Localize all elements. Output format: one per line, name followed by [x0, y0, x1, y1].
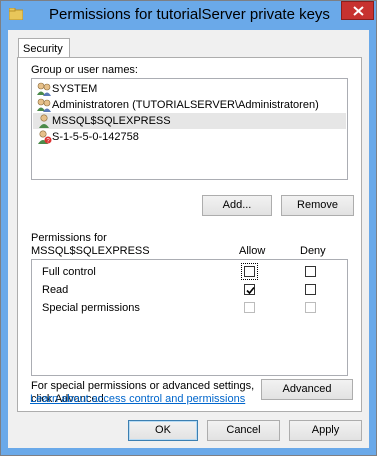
dialog-client-area: Security Group or user names: SYSTEM Adm… — [8, 30, 369, 448]
tab-security-label: Security — [23, 43, 63, 55]
user-label: S-1-5-5-0-142758 — [52, 131, 139, 143]
perm-name: Full control — [42, 266, 96, 278]
deny-column-header: Deny — [300, 245, 326, 257]
permissions-list: Full control Read Special permissions — [31, 259, 348, 376]
title-bar[interactable]: Permissions for tutorialServer private k… — [1, 1, 376, 30]
list-item-sid[interactable]: ? S-1-5-5-0-142758 — [33, 129, 346, 145]
users-header: Group or user names: — [31, 64, 138, 76]
perm-name: Special permissions — [42, 302, 140, 314]
unknown-user-icon: ? — [38, 130, 52, 145]
add-button[interactable]: Add... — [202, 195, 272, 216]
list-item-mssql-sqlexpress[interactable]: MSSQL$SQLEXPRESS — [33, 113, 346, 129]
apply-button[interactable]: Apply — [289, 420, 362, 441]
user-label: Administratoren (TUTORIALSERVER\Administ… — [52, 99, 319, 111]
close-button[interactable] — [341, 1, 374, 20]
read-deny-checkbox[interactable] — [305, 284, 316, 295]
allow-column-header: Allow — [239, 245, 266, 257]
permissions-principal: MSSQL$SQLEXPRESS — [31, 245, 150, 257]
read-allow-checkbox[interactable] — [244, 284, 255, 295]
special-allow-checkbox — [244, 302, 255, 313]
security-panel: Group or user names: SYSTEM Administrato… — [17, 57, 362, 412]
users-group-icon — [37, 98, 51, 112]
user-label: MSSQL$SQLEXPRESS — [52, 115, 171, 127]
access-control-help-link[interactable]: Learn about access control and permissio… — [30, 393, 245, 405]
window-title: Permissions for tutorialServer private k… — [49, 6, 330, 23]
folder-icon — [9, 8, 23, 20]
remove-button[interactable]: Remove — [281, 195, 354, 216]
user-list[interactable]: SYSTEM Administratoren (TUTORIALSERVER\A… — [31, 78, 348, 180]
advanced-button[interactable]: Advanced — [261, 379, 353, 400]
permissions-header: Permissions for — [31, 232, 107, 244]
checkmark-icon — [246, 286, 255, 295]
ok-button[interactable]: OK — [128, 420, 198, 441]
user-label: SYSTEM — [52, 83, 98, 95]
list-item-system[interactable]: SYSTEM — [33, 81, 346, 97]
list-item-administrators[interactable]: Administratoren (TUTORIALSERVER\Administ… — [33, 97, 346, 113]
cancel-button[interactable]: Cancel — [207, 420, 280, 441]
close-icon — [353, 6, 364, 16]
users-group-icon — [37, 82, 51, 96]
special-deny-checkbox — [305, 302, 316, 313]
advanced-hint-line1: For special permissions or advanced sett… — [31, 380, 255, 392]
full-control-deny-checkbox[interactable] — [305, 266, 316, 277]
full-control-allow-checkbox[interactable] — [241, 263, 258, 280]
tab-security[interactable]: Security — [18, 38, 70, 58]
permissions-dialog: Permissions for tutorialServer private k… — [0, 0, 377, 456]
user-icon — [39, 114, 49, 128]
perm-name: Read — [42, 284, 69, 296]
